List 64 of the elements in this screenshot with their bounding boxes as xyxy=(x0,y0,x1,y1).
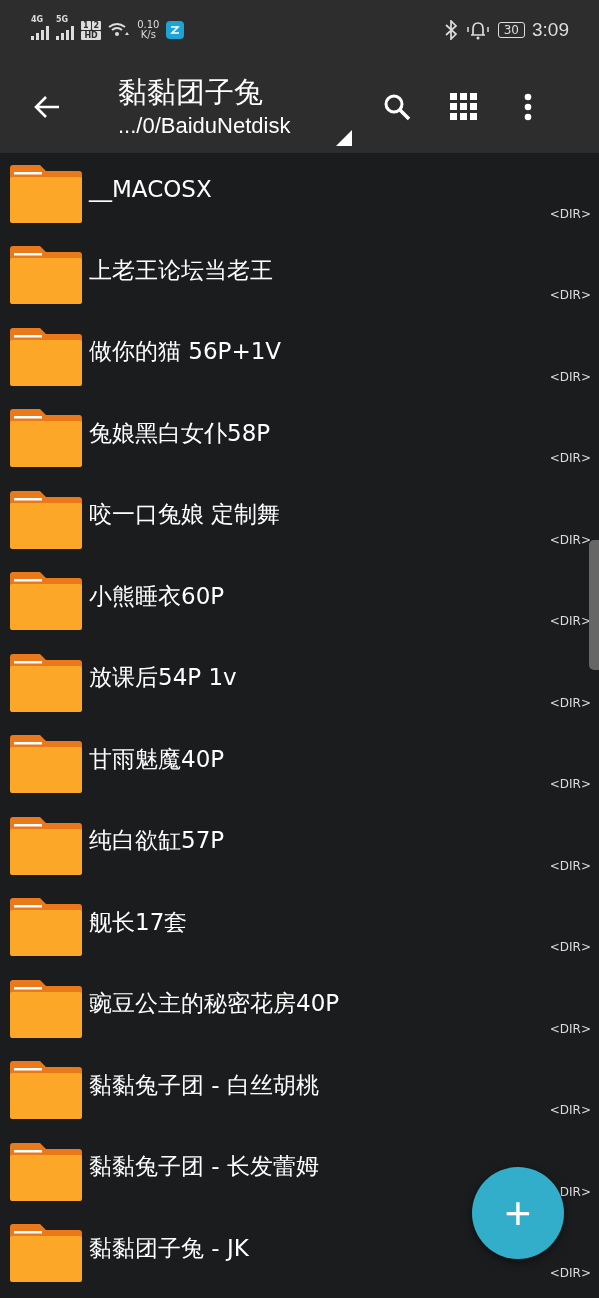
file-type: <DIR> xyxy=(549,695,591,710)
bluetooth-icon xyxy=(443,20,458,40)
speed-value: 0.10 xyxy=(137,20,160,30)
bell-icon xyxy=(464,20,491,40)
signal-icon xyxy=(56,26,74,40)
more-icon xyxy=(524,92,532,121)
folder-icon xyxy=(10,327,82,386)
grid-icon xyxy=(450,92,478,121)
sim-slot-label: 1 xyxy=(81,20,91,30)
file-type: <DIR> xyxy=(549,532,591,547)
folder-name: 黏黏团子兔 - JK xyxy=(89,1233,249,1263)
signal-icon xyxy=(31,26,49,40)
folder-icon xyxy=(10,653,82,712)
speed-unit: K/s xyxy=(140,30,156,40)
folder-icon xyxy=(10,1142,82,1201)
folder-icon xyxy=(10,490,82,549)
file-type: <DIR> xyxy=(549,1103,591,1117)
folder-icon xyxy=(10,409,82,468)
back-arrow-icon xyxy=(33,94,61,119)
dropdown-icon xyxy=(336,130,352,146)
folder-title: 黏黏团子兔 xyxy=(118,73,264,110)
folder-name: 纯白欲缸57P xyxy=(89,826,225,856)
file-type: <DIR> xyxy=(549,369,591,384)
scrollbar[interactable] xyxy=(589,540,599,670)
file-type: <DIR> xyxy=(549,777,591,791)
folder-name: 甘雨魅魔40P xyxy=(89,744,225,774)
network-label: 4G xyxy=(31,16,44,24)
folder-icon xyxy=(10,164,82,223)
folder-name: 兔娘黑白女仆58P xyxy=(89,418,271,448)
folder-icon xyxy=(10,572,82,631)
file-type: <DIR> xyxy=(549,1021,591,1036)
hd-label: HD xyxy=(81,30,102,40)
folder-icon xyxy=(10,1061,82,1120)
folder-name: 黏黏兔子团 - 白丝胡桃 xyxy=(89,1070,319,1100)
grid-view-button[interactable] xyxy=(450,92,478,121)
folder-icon xyxy=(10,979,82,1038)
folder-name: 黏黏兔子团 - 长发蕾姆 xyxy=(89,1152,319,1182)
file-type: <DIR> xyxy=(549,288,591,302)
file-type: <DIR> xyxy=(549,614,591,628)
file-type: <DIR> xyxy=(549,206,591,221)
folder-name: 小熊睡衣60P xyxy=(89,581,225,611)
folder-name: 做你的猫 56P+1V xyxy=(89,337,282,367)
battery-level: 30 xyxy=(497,22,525,38)
folder-icon xyxy=(10,816,82,875)
wifi-icon xyxy=(108,22,131,38)
folder-name: 上老王论坛当老王 xyxy=(89,255,273,285)
file-type: <DIR> xyxy=(549,940,591,954)
file-type: <DIR> xyxy=(549,451,591,465)
folder-icon xyxy=(10,246,82,305)
folder-name: 豌豆公主的秘密花房40P xyxy=(89,989,340,1019)
folder-name: 舰长17套 xyxy=(89,907,188,937)
folder-name: 放课后54P 1v xyxy=(89,663,237,693)
app-icon xyxy=(166,21,185,39)
folder-icon xyxy=(10,898,82,957)
file-type: <DIR> xyxy=(549,858,591,873)
clock: 3:09 xyxy=(532,19,569,41)
folder-name: 咬一口兔娘 定制舞 xyxy=(89,500,281,530)
folder-icon xyxy=(10,1224,82,1283)
path-dropdown[interactable]: .../0/BaiduNetdisk xyxy=(118,111,358,140)
sim-slot-label: 2 xyxy=(91,20,102,30)
folder-icon xyxy=(10,735,82,794)
file-type: <DIR> xyxy=(549,1266,591,1280)
folder-name: __MACOSX xyxy=(89,175,212,202)
network-label: 5G xyxy=(56,16,69,24)
